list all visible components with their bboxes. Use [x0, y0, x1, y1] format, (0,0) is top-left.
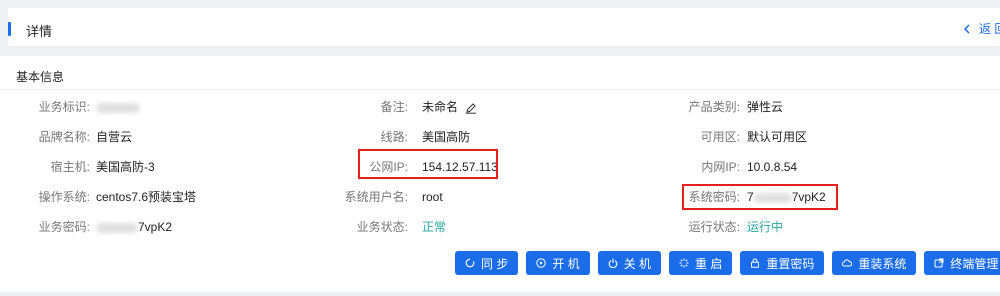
os-value: centos7.6预装宝塔: [96, 190, 197, 204]
edit-icon[interactable]: [465, 102, 477, 114]
loading-icon: [679, 258, 689, 268]
info-row: 操作系统: centos7.6预装宝塔 系统用户名: root 系统密码: 77…: [0, 187, 1000, 207]
power-icon: [608, 258, 617, 268]
power-off-button[interactable]: 关 机: [597, 251, 662, 275]
product-type-label: 产品类别:: [688, 100, 740, 114]
power-off-label: 关 机: [623, 256, 652, 271]
brand-value: 自营云: [96, 130, 133, 144]
biz-password-suffix: 7vpK2: [138, 220, 173, 234]
biz-password-label: 业务密码:: [38, 220, 90, 234]
cloud-icon: [842, 259, 853, 267]
back-button[interactable]: 返 回: [963, 20, 1000, 37]
sys-user-value: root: [422, 190, 443, 204]
remark-label: 备注:: [380, 100, 408, 114]
reinstall-button[interactable]: 重装系统: [832, 251, 917, 275]
section-divider: [0, 89, 1000, 90]
back-label: 返 回: [979, 22, 1000, 36]
action-toolbar: 同 步 开 机 关 机 重 启 重置密码 重装系统 终端管理: [455, 251, 1000, 275]
restart-button[interactable]: 重 启: [669, 251, 733, 275]
top-strip: [0, 0, 1000, 8]
business-id-label: 业务标识:: [38, 100, 90, 114]
line-value: 美国高防: [422, 130, 471, 144]
run-status-label: 运行状态:: [688, 220, 740, 234]
external-window-icon: [934, 258, 944, 268]
biz-password-value: 7vpK2: [96, 217, 172, 237]
sys-user-label: 系统用户名:: [344, 190, 408, 204]
biz-status-value: 正常: [422, 220, 447, 234]
reinstall-label: 重装系统: [858, 256, 907, 271]
private-ip-label: 内网IP:: [701, 160, 740, 174]
title-accent-bar: [8, 22, 11, 36]
page-title: 详情: [26, 24, 53, 39]
play-circle-icon: [536, 258, 547, 268]
basic-info-panel: 基本信息 业务标识: 备注: 未命名 产品类别: 弹性云 品牌名称: 自营云 线…: [0, 56, 1000, 292]
line-label: 线路:: [380, 130, 408, 144]
lock-icon: [751, 258, 760, 268]
redacted-value: [96, 102, 140, 113]
sync-icon: [465, 258, 475, 268]
remark-value: 未命名: [422, 97, 477, 117]
terminal-button[interactable]: 终端管理: [924, 251, 1000, 275]
power-on-label: 开 机: [552, 256, 580, 271]
sync-label: 同 步: [481, 256, 509, 271]
bottom-strip: [0, 292, 1000, 296]
info-row: 品牌名称: 自营云 线路: 美国高防 可用区: 默认可用区: [0, 127, 1000, 147]
section-title: 基本信息: [16, 70, 65, 84]
redacted-value: [96, 222, 138, 233]
highlight-box-sys-password: [682, 184, 838, 210]
chevron-left-icon: [963, 23, 970, 34]
reset-password-button[interactable]: 重置密码: [740, 251, 825, 275]
business-id-value: [96, 97, 140, 117]
power-on-button[interactable]: 开 机: [526, 251, 590, 275]
brand-label: 品牌名称:: [38, 130, 90, 144]
remark-text: 未命名: [422, 100, 459, 114]
info-row: 业务密码: 7vpK2 业务状态: 正常 运行状态: 运行中: [0, 217, 1000, 237]
biz-status-label: 业务状态:: [356, 220, 408, 234]
page-header: 详情 返 回: [8, 8, 1000, 46]
highlight-box-public-ip: [358, 149, 498, 179]
product-type-value: 弹性云: [747, 100, 784, 114]
info-row: 宿主机: 美国高防-3 公网IP: 154.12.57.113 内网IP: 10…: [0, 157, 1000, 177]
zone-label: 可用区:: [700, 130, 740, 144]
terminal-label: 终端管理: [950, 256, 999, 271]
os-label: 操作系统:: [38, 190, 90, 204]
private-ip-value: 10.0.8.54: [747, 160, 798, 174]
info-row: 业务标识: 备注: 未命名 产品类别: 弹性云: [0, 97, 1000, 117]
restart-label: 重 启: [695, 256, 723, 271]
host-value: 美国高防-3: [96, 160, 155, 174]
sync-button[interactable]: 同 步: [455, 251, 519, 275]
reset-password-label: 重置密码: [766, 256, 815, 271]
zone-value: 默认可用区: [747, 130, 808, 144]
host-label: 宿主机:: [50, 160, 90, 174]
run-status-value: 运行中: [747, 220, 784, 234]
